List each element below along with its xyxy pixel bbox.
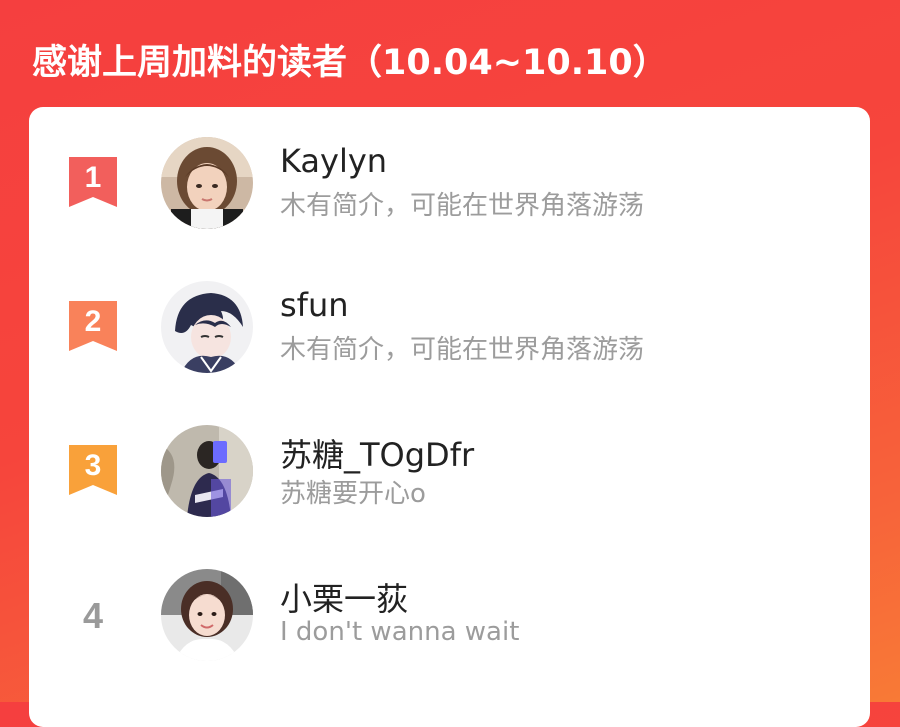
girl-portrait-avatar-icon [161,137,253,229]
user-avatar[interactable] [161,569,253,661]
reader-row[interactable]: 4 小栗一荻 I don't wanna wait [29,565,870,685]
rank-number: 2 [85,305,102,338]
reader-name[interactable]: 小栗一荻 [280,574,408,620]
girl-smiling-avatar-icon [161,569,253,661]
reader-row[interactable]: 1 Kaylyn 木有简介，可能在世界角落游荡 [29,133,870,253]
page-title: 感谢上周加料的读者（10.04~10.10） [32,43,668,83]
reader-bio: 苏糖要开心o [280,479,426,509]
rank-number: 4 [82,595,104,636]
rank-ribbon-badge: 3 [69,445,117,495]
reader-name[interactable]: sfun [280,286,349,324]
reader-bio: I don't wanna wait [280,617,520,647]
rank-ribbon-badge: 1 [69,157,117,207]
anime-boy-avatar-icon [161,281,253,373]
rank-number: 1 [85,161,102,194]
user-avatar[interactable] [161,137,253,229]
rank-number: 3 [85,449,102,482]
rank-ribbon-badge: 2 [69,301,117,351]
mirror-selfie-avatar-icon [161,425,253,517]
user-avatar[interactable] [161,281,253,373]
reader-row[interactable]: 2 sfun 木有简介，可能在世界角落游荡 [29,277,870,397]
reader-bio: 木有简介，可能在世界角落游荡 [280,335,645,365]
reader-name[interactable]: Kaylyn [280,142,387,180]
reader-list-card: 1 Kaylyn 木有简介，可能在世界角落游荡 2 sfun 木有简介，可能在世… [29,107,870,727]
reader-bio: 木有简介，可能在世界角落游荡 [280,191,645,221]
reader-name[interactable]: 苏糖_TOgDfr [280,430,474,476]
reader-row[interactable]: 3 苏糖_TOgDfr 苏糖要开心o [29,421,870,541]
user-avatar[interactable] [161,425,253,517]
